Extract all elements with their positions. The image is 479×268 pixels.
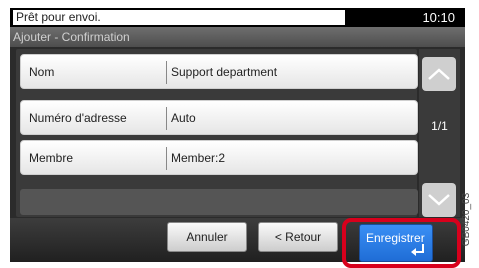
back-button[interactable]: < Retour — [258, 222, 338, 252]
row-address-number[interactable]: Numéro d'adresse Auto — [20, 100, 418, 135]
row-member[interactable]: Membre Member:2 — [20, 140, 418, 175]
empty-row — [20, 189, 418, 215]
screen-title: Ajouter - Confirmation — [10, 27, 465, 47]
row-value: Support department — [171, 65, 278, 79]
row-label: Nom — [29, 65, 55, 79]
row-divider — [166, 61, 167, 84]
figure-code-text: GB0420_03 — [461, 192, 473, 247]
row-name[interactable]: Nom Support department — [20, 54, 418, 89]
row-value: Member:2 — [171, 151, 226, 165]
status-message: Prêt pour envoi. — [13, 10, 345, 25]
save-highlight-frame — [342, 218, 461, 268]
cancel-button[interactable]: Annuler — [167, 222, 247, 252]
chevron-down-icon — [428, 194, 450, 206]
row-divider — [166, 107, 167, 130]
figure-code: GB0420_03 — [461, 182, 478, 262]
status-bar: Prêt pour envoi. 10:10 — [10, 8, 465, 27]
row-label: Numéro d'adresse — [29, 111, 127, 125]
chevron-up-icon — [428, 68, 450, 80]
scroll-up-button[interactable] — [422, 57, 456, 91]
page-indicator: 1/1 — [431, 119, 448, 133]
status-time: 10:10 — [422, 10, 455, 25]
confirmation-list: Nom Support department Numéro d'adresse … — [16, 49, 418, 217]
scroll-down-button[interactable] — [422, 183, 456, 217]
scroll-panel: 1/1 — [419, 49, 460, 217]
row-label: Membre — [29, 151, 74, 165]
row-divider — [166, 147, 167, 170]
row-value: Auto — [171, 111, 196, 125]
